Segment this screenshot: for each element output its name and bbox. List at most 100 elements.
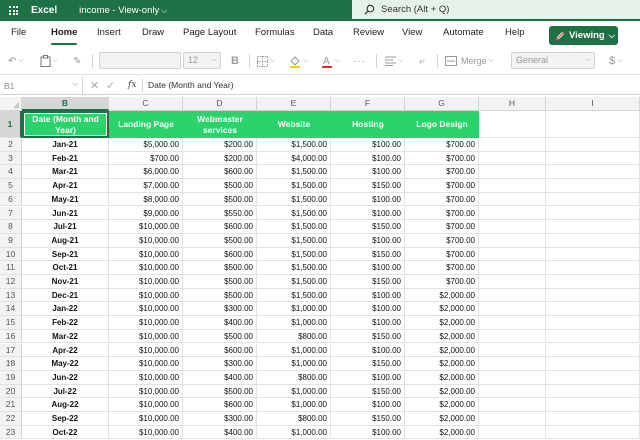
row-header-10[interactable]: 10: [0, 247, 22, 262]
cell-g9[interactable]: $700.00: [405, 233, 479, 248]
font-size-box[interactable]: 12 ⌵: [183, 52, 221, 69]
cell-f22[interactable]: $150.00: [331, 412, 405, 426]
cell-h19[interactable]: [479, 370, 546, 385]
cell-b3[interactable]: Feb-21: [22, 151, 109, 166]
tab-view[interactable]: View: [402, 27, 422, 43]
app-name[interactable]: Excel: [31, 5, 57, 16]
cell-g18[interactable]: $2,000.00: [405, 357, 479, 371]
cell-f20[interactable]: $150.00: [331, 384, 405, 399]
cell-h22[interactable]: [479, 412, 546, 426]
font-color-button[interactable]: A ⌵: [321, 53, 340, 69]
cell-d15[interactable]: $400.00: [183, 316, 257, 330]
cell-h5[interactable]: [479, 179, 546, 193]
cell-i3[interactable]: [546, 151, 640, 166]
cell-i21[interactable]: [546, 398, 640, 412]
cell-h9[interactable]: [479, 233, 546, 248]
cell-i20[interactable]: [546, 384, 640, 399]
cell-c20[interactable]: $10,000.00: [109, 384, 183, 399]
select-all-corner[interactable]: [0, 97, 22, 111]
cell-c8[interactable]: $10,000.00: [109, 220, 183, 234]
cell-d5[interactable]: $500.00: [183, 179, 257, 193]
check-icon[interactable]: ✓: [106, 79, 115, 92]
cell-c18[interactable]: $10,000.00: [109, 357, 183, 371]
header-cell-f[interactable]: Hosting: [331, 111, 405, 138]
cell-e17[interactable]: $1,000.00: [257, 343, 331, 358]
cell-f7[interactable]: $100.00: [331, 206, 405, 221]
cell-g5[interactable]: $700.00: [405, 179, 479, 193]
cell-i8[interactable]: [546, 220, 640, 234]
cell-g7[interactable]: $700.00: [405, 206, 479, 221]
cell-e16[interactable]: $800.00: [257, 329, 331, 344]
cell-i19[interactable]: [546, 370, 640, 385]
currency-format-button[interactable]: $ ⌵: [609, 53, 622, 69]
cell-e13[interactable]: $1,500.00: [257, 288, 331, 303]
cell-i13[interactable]: [546, 288, 640, 303]
row-header-1[interactable]: 1: [0, 111, 22, 138]
cell-i22[interactable]: [546, 412, 640, 426]
cell-b8[interactable]: Jul-21: [22, 220, 109, 234]
row-header-15[interactable]: 15: [0, 316, 22, 330]
cell-e14[interactable]: $1,000.00: [257, 302, 331, 317]
cancel-icon[interactable]: ✕: [90, 79, 99, 92]
row-header-19[interactable]: 19: [0, 370, 22, 385]
cell-c6[interactable]: $8,000.00: [109, 192, 183, 207]
cell-d11[interactable]: $500.00: [183, 261, 257, 275]
merge-button[interactable]: Merge ⌵: [445, 53, 494, 69]
cell-g11[interactable]: $700.00: [405, 261, 479, 275]
cell-b13[interactable]: Dec-21: [22, 288, 109, 303]
cell-f8[interactable]: $150.00: [331, 220, 405, 234]
cell-i5[interactable]: [546, 179, 640, 193]
cell-c21[interactable]: $10,000.00: [109, 398, 183, 412]
cell-i17[interactable]: [546, 343, 640, 358]
cell-b23[interactable]: Oct-22: [22, 425, 109, 440]
cell-h10[interactable]: [479, 247, 546, 262]
cell-e7[interactable]: $1,500.00: [257, 206, 331, 221]
cell-c4[interactable]: $6,000.00: [109, 165, 183, 180]
cell-g2[interactable]: $700.00: [405, 138, 479, 152]
row-header-13[interactable]: 13: [0, 288, 22, 303]
cell-h17[interactable]: [479, 343, 546, 358]
cell-d2[interactable]: $200.00: [183, 138, 257, 152]
tab-help[interactable]: Help: [505, 27, 525, 43]
cell-i14[interactable]: [546, 302, 640, 317]
font-name-box[interactable]: [99, 52, 181, 69]
cell-f12[interactable]: $150.00: [331, 275, 405, 289]
cell-f13[interactable]: $100.00: [331, 288, 405, 303]
cell-b22[interactable]: Sep-22: [22, 412, 109, 426]
paste-button[interactable]: ⌵: [40, 53, 58, 69]
fill-color-button[interactable]: ⌵: [289, 53, 308, 69]
cell-d18[interactable]: $300.00: [183, 357, 257, 371]
cell-i6[interactable]: [546, 192, 640, 207]
cell-i9[interactable]: [546, 233, 640, 248]
row-header-23[interactable]: 23: [0, 425, 22, 440]
cell-c19[interactable]: $10,000.00: [109, 370, 183, 385]
number-format-box[interactable]: General ⌵: [511, 52, 595, 69]
cell-h21[interactable]: [479, 398, 546, 412]
cell-e5[interactable]: $1,500.00: [257, 179, 331, 193]
cell-c17[interactable]: $10,000.00: [109, 343, 183, 358]
row-header-18[interactable]: 18: [0, 357, 22, 371]
cell-d12[interactable]: $500.00: [183, 275, 257, 289]
row-header-3[interactable]: 3: [0, 151, 22, 166]
undo-button[interactable]: ↶ ⌵: [8, 53, 24, 69]
row-header-8[interactable]: 8: [0, 220, 22, 234]
cell-b10[interactable]: Sep-21: [22, 247, 109, 262]
cell-d22[interactable]: $300.00: [183, 412, 257, 426]
spreadsheet-grid[interactable]: B C D E F G H I 1 Date (Month and Year) Landing Pa…: [0, 97, 640, 440]
row-header-22[interactable]: 22: [0, 412, 22, 426]
cell-h7[interactable]: [479, 206, 546, 221]
cell-g21[interactable]: $2,000.00: [405, 398, 479, 412]
cell-d7[interactable]: $550.00: [183, 206, 257, 221]
cell-b17[interactable]: Apr-22: [22, 343, 109, 358]
cell-e2[interactable]: $1,500.00: [257, 138, 331, 152]
header-cell-b[interactable]: Date (Month and Year): [22, 111, 109, 138]
cell-c22[interactable]: $10,000.00: [109, 412, 183, 426]
cell-h11[interactable]: [479, 261, 546, 275]
row-header-6[interactable]: 6: [0, 192, 22, 207]
viewing-mode-button[interactable]: Viewing ⌵: [549, 26, 618, 45]
cell-h20[interactable]: [479, 384, 546, 399]
cell-b5[interactable]: Apr-21: [22, 179, 109, 193]
cell-g13[interactable]: $2,000.00: [405, 288, 479, 303]
row-header-7[interactable]: 7: [0, 206, 22, 221]
cell-h16[interactable]: [479, 329, 546, 344]
